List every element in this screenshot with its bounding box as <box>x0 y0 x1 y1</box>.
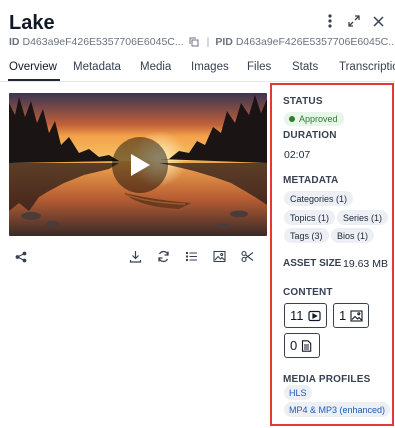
image-icon[interactable] <box>212 249 227 264</box>
play-icon <box>131 154 150 176</box>
content-images-count[interactable]: 1 <box>333 303 370 328</box>
content-label: CONTENT <box>283 287 333 298</box>
status-dot-icon <box>289 116 295 122</box>
id-separator: | <box>206 36 210 48</box>
header-actions <box>323 14 385 28</box>
close-icon[interactable] <box>371 14 385 28</box>
asset-actions-toolbar <box>128 249 255 264</box>
video-player[interactable] <box>9 93 267 236</box>
status-badge: Approved <box>284 112 344 126</box>
media-profile-hls[interactable]: HLS <box>284 385 312 400</box>
metadata-chip-series[interactable]: Series (1) <box>337 210 389 225</box>
metadata-chip-tags[interactable]: Tags (3) <box>284 228 329 243</box>
document-icon <box>301 339 314 352</box>
tab-files[interactable]: Files <box>247 61 271 73</box>
duration-value: 02:07 <box>284 149 311 161</box>
media-profile-mp4-mp3[interactable]: MP4 & MP3 (enhanced) <box>284 402 391 417</box>
asset-details-panel: STATUS Approved DURATION 02:07 METADATA … <box>270 83 394 426</box>
images-count-value: 1 <box>339 308 347 323</box>
list-icon[interactable] <box>184 249 199 264</box>
active-tab-indicator <box>8 79 60 81</box>
documents-count-value: 0 <box>290 338 298 353</box>
content-videos-count[interactable]: 11 <box>284 303 327 328</box>
download-icon[interactable] <box>128 249 143 264</box>
metadata-chip-categories[interactable]: Categories (1) <box>284 191 354 206</box>
page-title: Lake <box>9 12 55 34</box>
tab-transcription[interactable]: Transcription <box>339 61 395 73</box>
more-options-icon[interactable] <box>323 14 337 28</box>
refresh-icon[interactable] <box>156 249 171 264</box>
share-icon[interactable] <box>15 250 27 263</box>
duration-label: DURATION <box>283 130 337 141</box>
tab-media[interactable]: Media <box>140 61 171 73</box>
expand-icon[interactable] <box>347 14 361 28</box>
page-header: Lake ID D463a9eF426E5357706E6045C... | P… <box>9 10 395 50</box>
videos-count-value: 11 <box>290 308 304 323</box>
tab-stats[interactable]: Stats <box>292 61 318 73</box>
id-value: D463a9eF426E5357706E6045C... <box>22 36 184 48</box>
pid-label: PID <box>215 36 233 48</box>
play-button[interactable] <box>112 137 168 193</box>
metadata-chip-bios[interactable]: Bios (1) <box>331 228 375 243</box>
tab-images[interactable]: Images <box>191 61 229 73</box>
asset-ids: ID D463a9eF426E5357706E6045C... | PID D4… <box>9 36 395 48</box>
status-label: STATUS <box>283 96 323 107</box>
asset-size-label: ASSET SIZE <box>283 258 342 269</box>
tab-overview[interactable]: Overview <box>9 61 57 73</box>
tab-bar: Overview Metadata Media Images Files Sta… <box>0 58 395 82</box>
content-documents-count[interactable]: 0 <box>284 333 321 358</box>
status-value: Approved <box>299 114 338 124</box>
id-label: ID <box>9 36 20 48</box>
tab-metadata[interactable]: Metadata <box>73 61 121 73</box>
video-icon <box>307 310 321 322</box>
scissors-icon[interactable] <box>240 249 255 264</box>
image-icon <box>350 309 363 322</box>
copy-id-icon[interactable] <box>189 37 199 47</box>
metadata-label: METADATA <box>283 175 339 186</box>
media-profiles-label: MEDIA PROFILES <box>283 374 371 385</box>
metadata-chip-topics[interactable]: Topics (1) <box>284 210 336 225</box>
pid-value: D463a9eF426E5357706E6045C... <box>235 36 395 48</box>
asset-size-value: 19.63 MB <box>343 258 388 270</box>
